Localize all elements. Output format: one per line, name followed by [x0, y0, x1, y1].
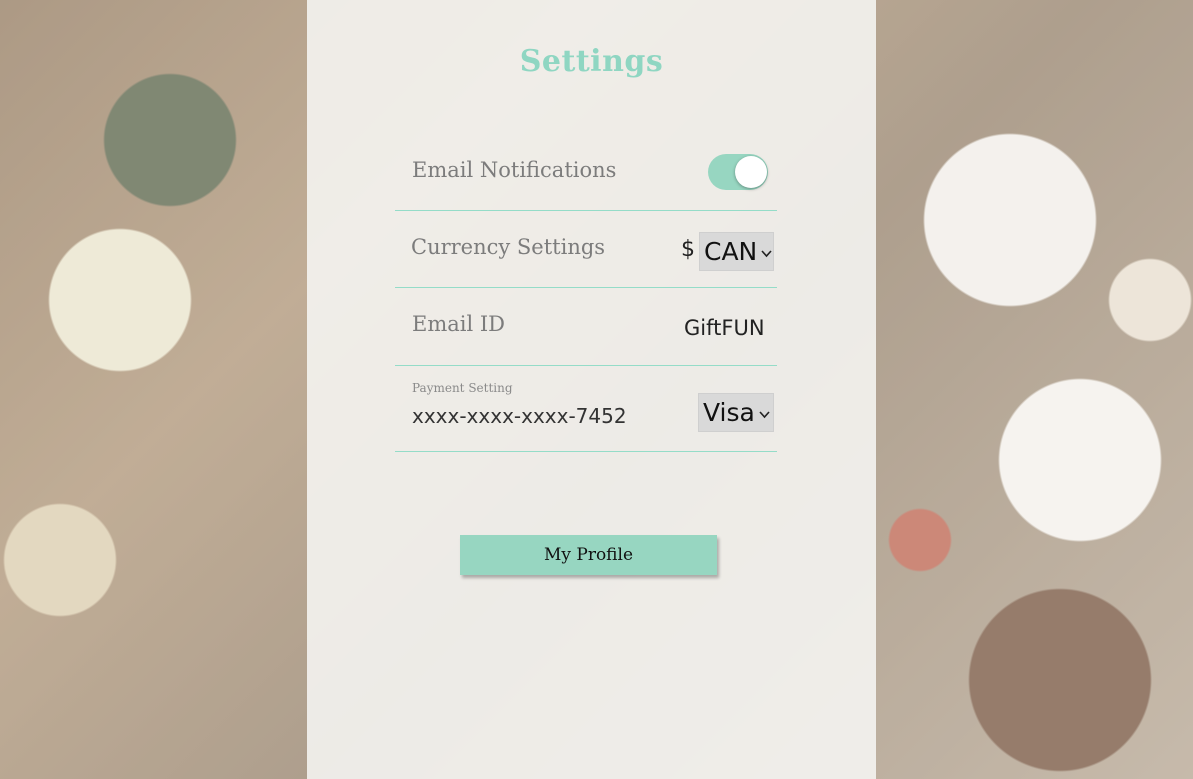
currency-settings-row: Currency Settings $ CAN	[395, 211, 777, 288]
my-profile-button[interactable]: My Profile	[460, 535, 717, 575]
email-id-value[interactable]: GiftFUN	[684, 316, 765, 340]
payment-setting-label: Payment Setting	[412, 381, 513, 395]
email-notifications-label: Email Notifications	[412, 158, 617, 182]
card-type-select-value: Visa	[703, 397, 755, 427]
page-title: Settings	[519, 44, 664, 79]
chevron-down-icon	[759, 408, 770, 423]
toggle-knob	[735, 156, 767, 188]
email-id-label: Email ID	[412, 312, 506, 336]
chevron-down-icon	[761, 247, 772, 262]
email-id-row: Email ID GiftFUN	[395, 288, 777, 366]
email-notifications-toggle[interactable]	[708, 154, 768, 190]
background-overlay-left	[0, 0, 307, 779]
background-overlay-right	[876, 0, 1193, 779]
email-notifications-row: Email Notifications	[395, 138, 777, 211]
payment-setting-row: Payment Setting xxxx-xxxx-xxxx-7452 Visa	[395, 366, 777, 452]
currency-symbol: $	[681, 237, 695, 262]
currency-select-value: CAN	[704, 236, 758, 266]
card-number-field[interactable]: xxxx-xxxx-xxxx-7452	[412, 404, 627, 428]
currency-select[interactable]: CAN	[699, 232, 774, 271]
currency-settings-label: Currency Settings	[411, 235, 606, 259]
settings-panel: Settings Email Notifications Currency Se…	[307, 0, 876, 779]
card-type-select[interactable]: Visa	[698, 393, 774, 432]
